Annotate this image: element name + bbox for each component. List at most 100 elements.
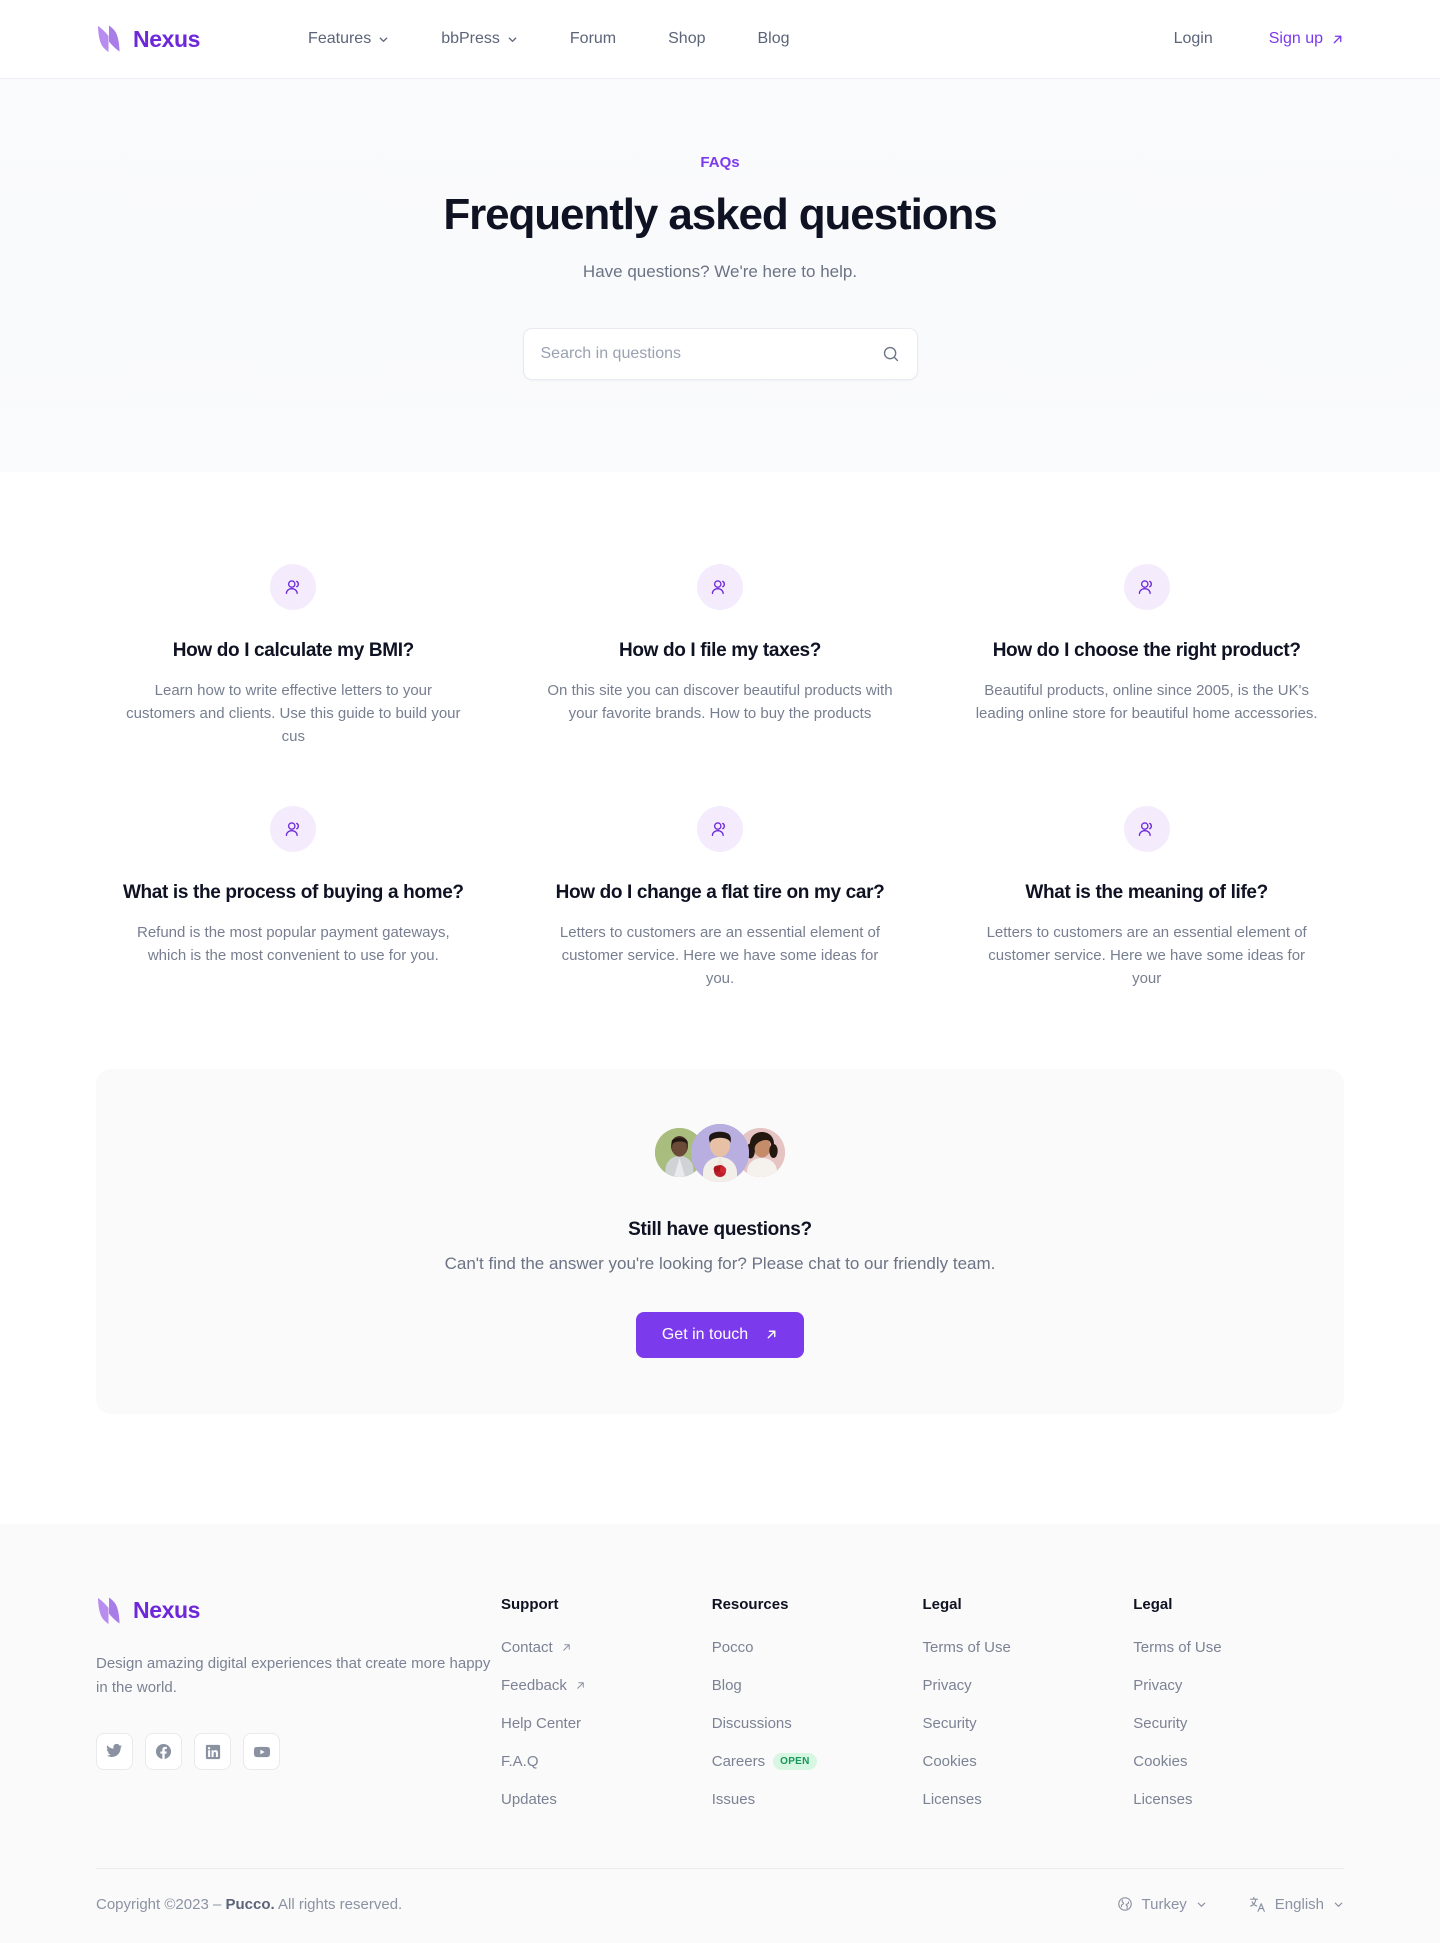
faq-card[interactable]: What is the meaning of life? Letters to …	[949, 806, 1344, 990]
footer-brand-block: Nexus Design amazing digital experiences…	[96, 1596, 501, 1771]
nav-item-blog[interactable]: Blog	[732, 30, 816, 48]
faq-card[interactable]: How do I choose the right product? Beaut…	[949, 564, 1344, 748]
brand-name: Nexus	[133, 25, 201, 52]
language-label: English	[1274, 1895, 1324, 1913]
footer-link-help-center[interactable]: Help Center	[501, 1715, 712, 1732]
faq-question: What is the process of buying a home?	[122, 882, 464, 904]
footer-link-updates[interactable]: Updates	[501, 1791, 712, 1808]
faq-icon-badge	[696, 564, 743, 610]
signup-label: Sign up	[1268, 30, 1323, 47]
footer-link-label: Cookies	[1133, 1752, 1188, 1770]
footer-link-security[interactable]: Security	[923, 1715, 1134, 1732]
avatar	[691, 1123, 749, 1182]
login-link[interactable]: Login	[1146, 30, 1241, 48]
team-avatars-group	[136, 1123, 1304, 1183]
footer-column-title: Support	[501, 1595, 559, 1613]
faq-grid-section: How do I calculate my BMI? Learn how to …	[0, 472, 1440, 991]
search-icon	[882, 345, 900, 363]
social-link-facebook[interactable]	[145, 1733, 182, 1771]
footer-link-faq[interactable]: F.A.Q	[501, 1753, 712, 1770]
cta-section-wrapper: Still have questions? Can't find the ans…	[0, 991, 1440, 1524]
faq-icon-badge	[696, 806, 743, 853]
footer-link-cookies[interactable]: Cookies	[1133, 1753, 1344, 1770]
faq-question: What is the meaning of life?	[1025, 882, 1268, 904]
faq-grid: How do I calculate my BMI? Learn how to …	[96, 564, 1344, 991]
youtube-icon	[253, 1743, 271, 1761]
footer-column-legal-1: Legal Terms of Use Privacy Security Cook…	[923, 1596, 1134, 1808]
footer-link-cookies[interactable]: Cookies	[923, 1753, 1134, 1770]
footer-column-title: Legal	[922, 1595, 962, 1613]
nav-item-shop[interactable]: Shop	[642, 30, 731, 48]
footer-link-licenses[interactable]: Licenses	[1133, 1791, 1344, 1808]
signup-link[interactable]: Sign up	[1241, 30, 1344, 48]
footer-link-terms-of-use[interactable]: Terms of Use	[923, 1639, 1134, 1656]
faq-card[interactable]: How do I calculate my BMI? Learn how to …	[96, 564, 491, 748]
social-link-twitter[interactable]	[96, 1733, 133, 1771]
brand-logo[interactable]: Nexus	[96, 24, 200, 54]
footer-link-terms-of-use[interactable]: Terms of Use	[1133, 1639, 1344, 1656]
footer-link-label: Help Center	[501, 1714, 582, 1732]
get-in-touch-label: Get in touch	[661, 1325, 749, 1343]
copyright-prefix: Copyright ©2023 –	[96, 1895, 226, 1913]
nav-item-bbpress[interactable]: bbPress	[415, 30, 544, 48]
footer-link-feedback[interactable]: Feedback	[501, 1677, 712, 1694]
language-selector[interactable]: English	[1249, 1896, 1344, 1913]
nexus-leaf-logo-icon	[96, 24, 122, 54]
users-icon	[283, 577, 304, 598]
faq-answer: Letters to customers are an essential el…	[986, 924, 1307, 987]
chevron-down-icon	[1196, 1899, 1207, 1910]
footer-bottom-bar: Copyright ©2023 – Pucco. All rights rese…	[96, 1867, 1344, 1943]
footer-link-issues[interactable]: Issues	[712, 1791, 923, 1808]
search-bar[interactable]	[522, 328, 918, 380]
nav-item-forum[interactable]: Forum	[544, 30, 642, 48]
faq-card[interactable]: How do I change a flat tire on my car? L…	[523, 806, 918, 990]
arrow-up-right-icon	[765, 1328, 778, 1341]
arrow-up-right-icon	[575, 1680, 586, 1691]
copyright-text: Copyright ©2023 – Pucco. All rights rese…	[96, 1896, 402, 1913]
nav-item-label: Blog	[757, 30, 790, 47]
footer-link-privacy[interactable]: Privacy	[923, 1677, 1134, 1694]
cta-title: Still have questions?	[628, 1218, 812, 1240]
faq-card[interactable]: What is the process of buying a home? Re…	[96, 806, 491, 990]
footer-link-label: Blog	[711, 1676, 742, 1694]
footer-link-label: Terms of Use	[1133, 1638, 1222, 1656]
faq-question: How do I file my taxes?	[618, 640, 822, 661]
social-link-linkedin[interactable]	[194, 1733, 231, 1771]
footer-link-blog[interactable]: Blog	[712, 1677, 923, 1694]
nav-item-label: bbPress	[441, 30, 500, 47]
footer-link-label: Issues	[711, 1790, 756, 1808]
get-in-touch-button[interactable]: Get in touch	[635, 1311, 805, 1358]
footer-link-licenses[interactable]: Licenses	[923, 1791, 1134, 1808]
translate-icon	[1249, 1896, 1266, 1913]
footer-link-label: F.A.Q	[501, 1752, 539, 1770]
users-icon	[283, 819, 304, 840]
footer-link-privacy[interactable]: Privacy	[1133, 1677, 1344, 1694]
site-footer: Nexus Design amazing digital experiences…	[0, 1523, 1440, 1943]
faq-answer: Refund is the most popular payment gatew…	[136, 924, 450, 965]
nav-actions: Login Sign up	[1146, 30, 1344, 48]
hero-eyebrow: FAQs	[700, 154, 740, 171]
footer-tagline: Design amazing digital experiences that …	[96, 1654, 491, 1697]
twitter-icon	[106, 1743, 123, 1760]
faq-card[interactable]: How do I file my taxes? On this site you…	[523, 564, 918, 748]
top-navigation-bar: Nexus Features bbPress Forum Shop Blog L…	[0, 0, 1440, 78]
search-input[interactable]	[540, 345, 882, 363]
footer-link-careers[interactable]: Careers OPEN	[712, 1752, 923, 1770]
globe-icon	[1117, 1896, 1133, 1912]
footer-link-security[interactable]: Security	[1133, 1715, 1344, 1732]
footer-logo[interactable]: Nexus	[96, 1596, 501, 1626]
nav-item-features[interactable]: Features	[282, 30, 415, 48]
chevron-down-icon	[378, 34, 389, 45]
footer-link-pocco[interactable]: Pocco	[712, 1639, 923, 1656]
footer-link-discussions[interactable]: Discussions	[712, 1715, 923, 1732]
footer-column-title: Resources	[711, 1595, 789, 1613]
footer-link-contact[interactable]: Contact	[501, 1639, 712, 1656]
search-submit-button[interactable]	[882, 345, 900, 363]
country-selector[interactable]: Turkey	[1117, 1896, 1207, 1913]
faq-question: How do I change a flat tire on my car?	[555, 882, 885, 904]
footer-link-label: Security	[922, 1714, 977, 1732]
copyright-brand: Pucco.	[225, 1895, 275, 1913]
users-icon	[1136, 819, 1157, 840]
social-link-youtube[interactable]	[243, 1733, 280, 1771]
users-icon	[709, 577, 730, 598]
